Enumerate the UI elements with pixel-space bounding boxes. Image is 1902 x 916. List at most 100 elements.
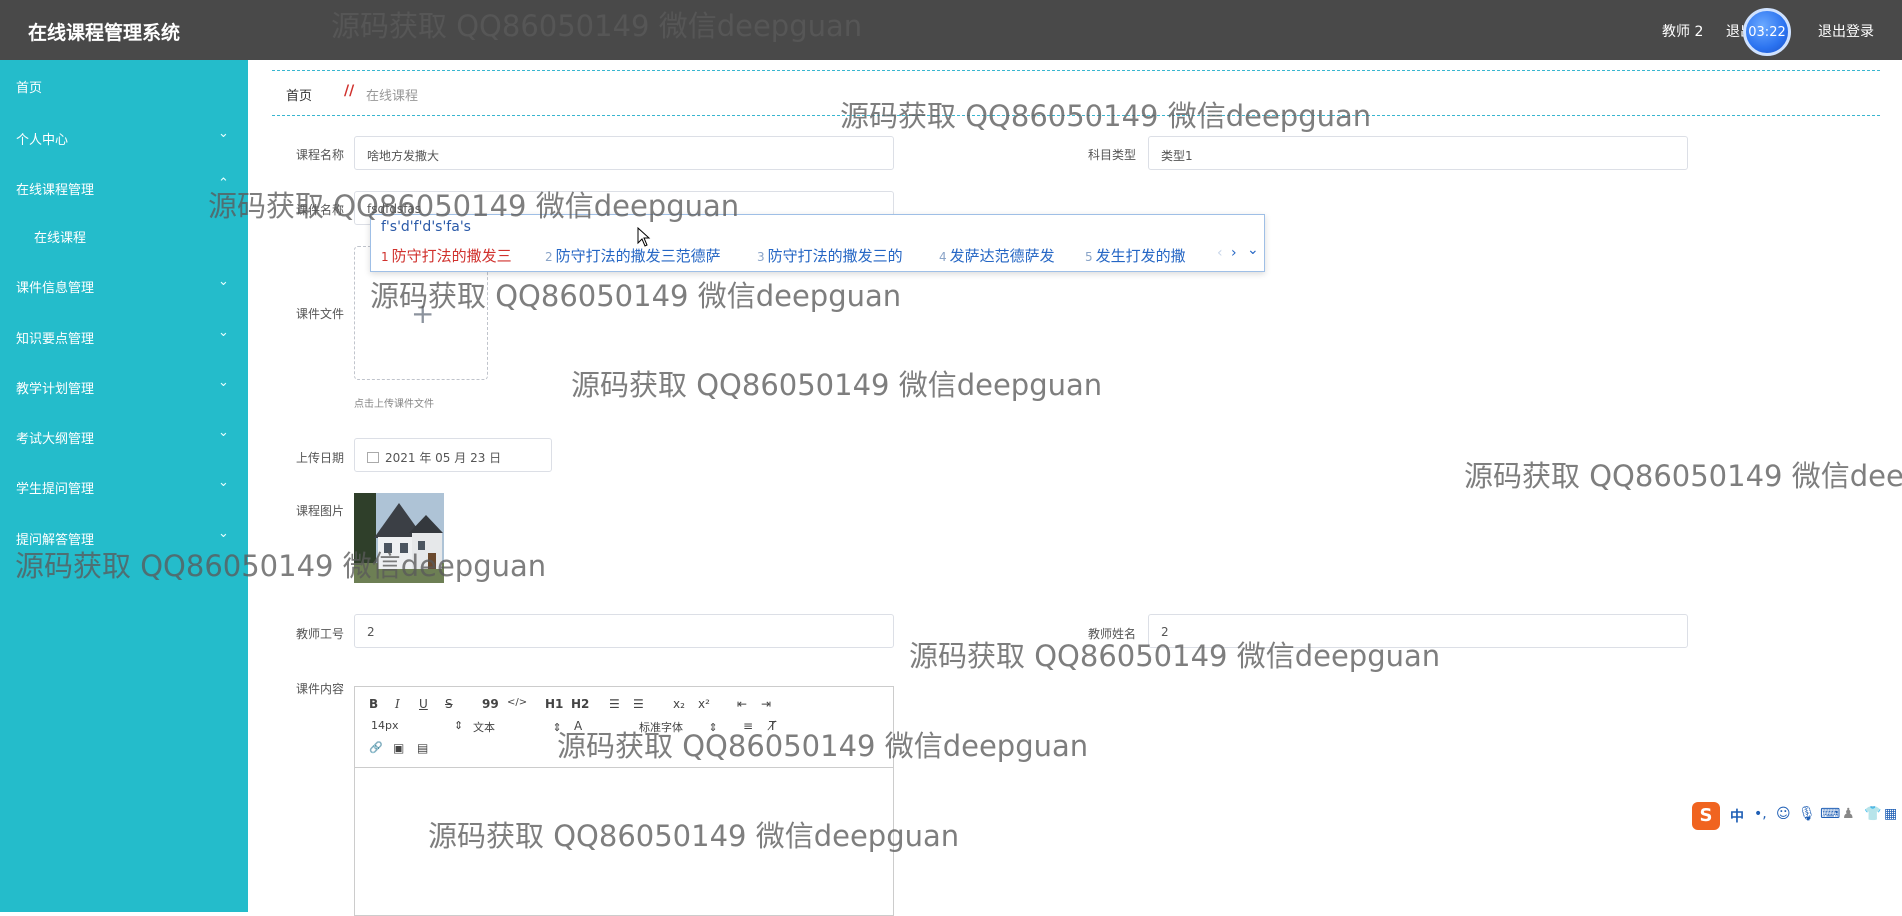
course-image-thumbnail[interactable] [354,493,444,583]
breadcrumb-current: 在线课程 [366,89,419,104]
blockquote-button[interactable]: 99 [482,697,499,711]
course-name-label: 课程名称 [295,148,344,162]
superscript-button[interactable]: x² [698,697,710,711]
sidebar-item-home[interactable]: 首页 [0,60,248,110]
heading1-button[interactable]: H1 [545,697,563,711]
toolbox-icon[interactable]: ▦ [1884,806,1897,822]
font-family-value: 标准字体 [639,721,683,734]
courseware-file-label: 课件文件 [295,307,344,321]
microphone-icon[interactable]: 🎙 [1798,806,1816,822]
ime-candidate[interactable]: 1 防守打法的撒发三 [381,245,512,266]
user-icon[interactable]: ♟ [1842,806,1855,822]
select-arrows-icon: ⇕ [708,721,718,734]
sidebar-item-personal-center[interactable]: 个人中心 ⌄ [0,112,248,162]
sogou-logo-icon[interactable]: S [1692,802,1720,830]
course-image-label: 课程图片 [295,504,344,518]
courseware-name-label: 课件名称 [295,203,344,217]
sidebar-item-label: 个人中心 [16,133,69,148]
keyboard-icon[interactable]: ⌨ [1820,806,1840,822]
teacher-id-label: 教师工号 [295,627,344,641]
ime-candidate-window: f's'd'f'd's'fa's 1 防守打法的撒发三 2 防守打法的撒发三范德萨 … [370,214,1265,272]
ime-expand-icon[interactable]: ⌄ [1247,242,1259,258]
mouse-cursor-icon [637,227,651,247]
clear-format-button[interactable]: T̸ [769,719,776,733]
font-color-button[interactable]: A [574,719,582,733]
punctuation-icon[interactable]: •, [1754,806,1767,822]
breadcrumb-home[interactable]: 首页 [286,85,312,104]
video-button[interactable]: ▤ [417,741,428,755]
user-name: 教师 2 [1662,24,1704,40]
sidebar-item-label: 提问解答管理 [16,533,95,548]
editor-toolbar: B I U S 99 </> H1 H2 ☰ ☰ x₂ x² ⇤ ⇥ 14px … [355,687,893,768]
chevron-down-icon: ⌄ [218,325,229,340]
ime-lang-toggle[interactable]: 中 [1730,806,1744,826]
sidebar-item-label: 在线课程管理 [16,183,95,198]
image-button[interactable]: ▣ [393,741,404,755]
code-block-button[interactable]: </> [507,697,527,708]
sidebar-item-student-questions[interactable]: 学生提问管理 ⌄ [0,461,248,511]
sidebar-item-label: 在线课程 [34,231,87,246]
header-value: 文本 [473,721,495,734]
house-photo [354,493,444,583]
sidebar-item-exam-outline[interactable]: 考试大纲管理 ⌄ [0,411,248,461]
ime-next-page-icon[interactable]: › [1231,245,1237,261]
chevron-up-icon: ⌃ [218,176,229,191]
chevron-down-icon: ⌄ [218,425,229,440]
chevron-down-icon: ⌄ [218,126,229,141]
header-select[interactable]: 文本 ⇕ [473,719,562,735]
teacher-id-field[interactable]: 2 [354,614,894,648]
sidebar-item-question-answers[interactable]: 提问解答管理 ⌄ [0,512,248,562]
ordered-list-button[interactable]: ☰ [609,697,620,711]
font-size-select[interactable]: 14px ⇕ [371,719,463,732]
font-family-select[interactable]: 标准字体 ⇕ [639,719,718,735]
sidebar-item-courseware[interactable]: 课件信息管理 ⌄ [0,260,248,310]
ime-candidate[interactable]: 4 发萨达范德萨发 [939,245,1055,266]
link-button[interactable]: 🔗 [369,741,383,754]
align-select[interactable]: ≡ [743,719,753,733]
sidebar: 首页 个人中心 ⌄ 在线课程管理 ⌃ 在线课程 课件信息管理 ⌄ 知识要点管理 … [0,60,248,912]
logout-button[interactable]: 退出登录 [1818,21,1874,41]
chevron-down-icon: ⌄ [218,526,229,541]
chevron-down-icon: ⌄ [218,475,229,490]
ime-prev-page-icon[interactable]: ‹ [1217,245,1223,261]
skin-icon[interactable]: 👕 [1864,806,1881,822]
sidebar-item-online-course[interactable]: 在线课程 [0,210,248,260]
sidebar-item-teaching-plan[interactable]: 教学计划管理 ⌄ [0,361,248,411]
italic-button[interactable]: I [395,697,400,711]
ime-candidate[interactable]: 5 发生打发的撒 [1085,245,1186,266]
sidebar-item-label: 学生提问管理 [16,482,95,497]
indent-button[interactable]: ⇥ [761,697,771,711]
select-arrows-icon: ⇕ [454,719,464,732]
font-size-value: 14px [371,719,399,732]
chevron-down-icon: ⌄ [218,274,229,289]
course-name-field[interactable]: 啥地方发撒大 [354,136,894,170]
ime-candidate[interactable]: 2 防守打法的撒发三范德萨 [545,245,721,266]
subscript-button[interactable]: x₂ [673,697,685,711]
sidebar-item-knowledge-points[interactable]: 知识要点管理 ⌄ [0,311,248,361]
sidebar-item-label: 首页 [16,81,43,96]
top-bar: 在线课程管理系统 教师 2 退出 03:22 退出登录 [0,0,1902,60]
subject-type-field[interactable]: 类型1 [1148,136,1688,170]
strikethrough-button[interactable]: S [445,697,453,711]
breadcrumb: 首页 // 在线课程 [272,70,1880,116]
sidebar-item-label: 教学计划管理 [16,382,95,397]
heading2-button[interactable]: H2 [571,697,589,711]
underline-button[interactable]: U [419,697,428,711]
ime-candidate[interactable]: 3 防守打法的撒发三的 [757,245,903,266]
ime-composition: f's'd'f'd's'fa's [381,219,471,235]
bold-button[interactable]: B [369,697,378,711]
emoji-icon[interactable]: ☺ [1776,806,1791,822]
chevron-down-icon: ⌄ [218,375,229,390]
app-title: 在线课程管理系统 [28,22,181,44]
subject-type-label: 科目类型 [1087,148,1136,162]
teacher-name-field[interactable]: 2 [1148,614,1688,648]
sidebar-item-course-management[interactable]: 在线课程管理 ⌃ [0,162,248,212]
upload-date-picker[interactable]: 2021 年 05 月 23 日 [354,438,552,472]
rich-text-editor: B I U S 99 </> H1 H2 ☰ ☰ x₂ x² ⇤ ⇥ 14px … [354,686,894,916]
recording-timer-badge[interactable]: 03:22 [1743,8,1791,56]
calendar-icon [367,452,379,463]
sidebar-item-label: 考试大纲管理 [16,432,95,447]
bullet-list-button[interactable]: ☰ [633,697,644,711]
course-content-label: 课件内容 [295,682,344,696]
outdent-button[interactable]: ⇤ [737,697,747,711]
